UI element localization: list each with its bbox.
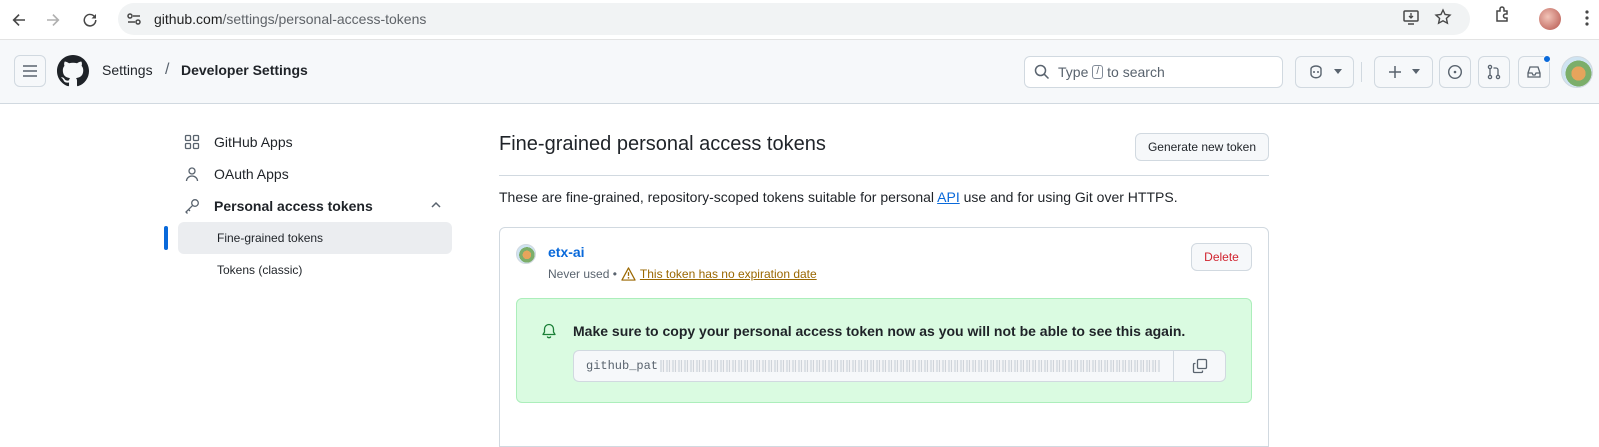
create-new-button[interactable] (1374, 56, 1433, 88)
flash-message: Make sure to copy your personal access t… (573, 323, 1186, 339)
triangle-down-icon (1333, 69, 1342, 75)
hamburger-icon[interactable] (14, 55, 46, 87)
copilot-button[interactable] (1295, 56, 1354, 88)
breadcrumb-settings[interactable]: Settings (102, 62, 153, 78)
search-shortcut-key: / (1092, 65, 1104, 79)
main-content: Fine-grained personal access tokens Gene… (499, 128, 1269, 447)
person-icon (184, 166, 208, 182)
triangle-down-icon (1411, 69, 1420, 75)
bell-icon (541, 323, 557, 344)
description-text-after: use and for using Git over HTTPS. (959, 189, 1178, 205)
github-logo-icon[interactable] (57, 55, 89, 87)
sidebar-subitem-fine-grained-tokens[interactable]: Fine-grained tokens (164, 222, 452, 254)
sidebar-item-personal-access-tokens[interactable]: Personal access tokens (172, 190, 452, 222)
chevron-up-icon[interactable] (430, 198, 442, 214)
breadcrumb-developer-settings[interactable]: Developer Settings (181, 62, 308, 78)
more-vert-icon[interactable] (1585, 10, 1589, 31)
install-app-icon[interactable] (1402, 8, 1420, 31)
back-icon[interactable] (2, 3, 36, 37)
page-description: These are fine-grained, repository-scope… (499, 189, 1269, 205)
sidebar-subitem-label: Fine-grained tokens (217, 231, 324, 245)
expiration-warning-link[interactable]: This token has no expiration date (640, 267, 817, 281)
url-text[interactable]: github.com/settings/personal-access-toke… (154, 11, 426, 27)
search-icon (1034, 64, 1050, 80)
issues-button[interactable] (1439, 56, 1471, 88)
address-bar[interactable]: github.com/settings/personal-access-toke… (118, 3, 1470, 35)
token-last-used: Never used • (548, 267, 617, 281)
plus-icon (1388, 65, 1402, 79)
site-info-icon[interactable] (118, 11, 150, 27)
token-prefix: github_pat (586, 359, 659, 373)
key-icon (184, 198, 208, 214)
copy-token-button[interactable] (1173, 350, 1226, 382)
sidebar-item-label: OAuth Apps (214, 166, 289, 182)
token-meta: Never used • This token has no expiratio… (548, 267, 817, 281)
bookmark-star-icon[interactable] (1434, 7, 1452, 31)
sidebar-item-oauth-apps[interactable]: OAuth Apps (172, 158, 452, 190)
apps-grid-icon (184, 134, 208, 150)
page-title: Fine-grained personal access tokens (499, 133, 826, 155)
description-text-before: These are fine-grained, repository-scope… (499, 189, 938, 205)
forward-icon[interactable] (36, 3, 70, 37)
settings-sidebar: GitHub Apps OAuth Apps Personal access t… (164, 126, 452, 286)
search-placeholder-suffix: to search (1107, 64, 1165, 80)
api-link[interactable]: API (937, 189, 960, 205)
sidebar-item-label: GitHub Apps (214, 134, 293, 150)
reload-icon[interactable] (73, 3, 107, 37)
search-input[interactable]: Type / to search (1024, 56, 1283, 88)
pull-requests-button[interactable] (1478, 56, 1510, 88)
token-value-field[interactable]: github_pat (573, 350, 1173, 382)
sidebar-subitem-tokens-classic[interactable]: Tokens (classic) (178, 254, 452, 286)
token-redacted-value (660, 360, 1161, 372)
extensions-icon[interactable] (1493, 5, 1513, 30)
url-domain: github.com (154, 11, 223, 27)
github-header: Settings / Developer Settings Type / to … (0, 40, 1599, 104)
title-row: Fine-grained personal access tokens Gene… (499, 128, 1269, 176)
token-name-link[interactable]: etx-ai (548, 244, 585, 260)
header-divider (1361, 62, 1362, 82)
success-flash-banner: Make sure to copy your personal access t… (516, 298, 1252, 403)
inbox-icon (1526, 64, 1542, 80)
generate-new-token-button[interactable]: Generate new token (1135, 133, 1269, 161)
profile-avatar[interactable] (1539, 8, 1561, 30)
alert-icon (621, 267, 636, 281)
browser-toolbar: github.com/settings/personal-access-toke… (0, 0, 1599, 40)
copy-icon (1192, 358, 1208, 374)
delete-token-button[interactable]: Delete (1191, 243, 1252, 271)
pull-requests-icon (1486, 64, 1502, 80)
issues-icon (1447, 64, 1463, 80)
sidebar-item-github-apps[interactable]: GitHub Apps (172, 126, 452, 158)
search-placeholder-prefix: Type (1058, 64, 1089, 80)
url-path: /settings/personal-access-tokens (222, 11, 427, 27)
copilot-icon (1308, 64, 1324, 80)
notification-dot (1543, 55, 1551, 63)
sidebar-subitem-label: Tokens (classic) (217, 263, 303, 277)
token-owner-avatar (516, 244, 536, 264)
breadcrumb-separator: / (165, 61, 170, 78)
token-card: etx-ai Never used • This token has no ex… (499, 227, 1269, 447)
user-avatar[interactable] (1561, 56, 1593, 88)
sidebar-item-label: Personal access tokens (214, 198, 373, 214)
